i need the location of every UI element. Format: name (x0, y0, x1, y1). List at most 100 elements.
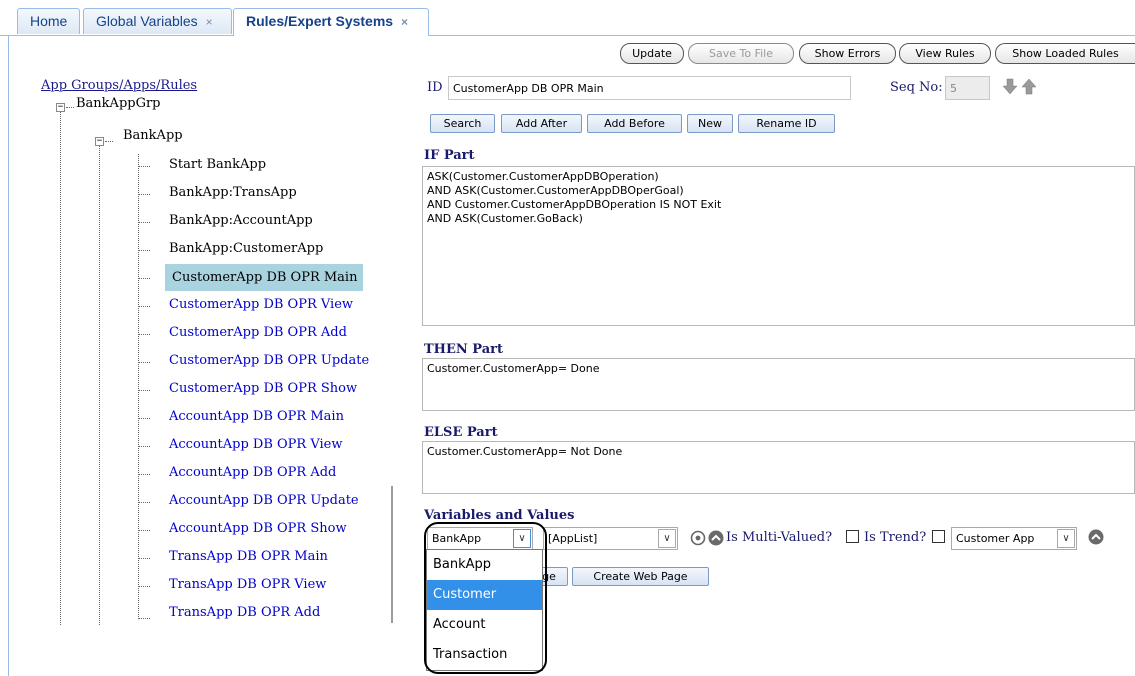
tree-rule-item[interactable]: AccountApp DB OPR View (169, 437, 342, 452)
if-part-label: IF Part (424, 148, 475, 163)
else-part-textarea[interactable]: Customer.CustomerApp= Not Done (422, 441, 1135, 494)
tree-line (138, 418, 150, 419)
tree-line (99, 144, 100, 625)
view-rules-button[interactable]: View Rules (899, 43, 991, 64)
save-to-file-button[interactable]: Save To File (688, 43, 794, 64)
if-part-textarea[interactable]: ASK(Customer.CustomerAppDBOperation) AND… (422, 166, 1135, 326)
tree-line (138, 194, 150, 195)
dropdown-option[interactable]: BankApp (427, 550, 542, 580)
tree-line (138, 154, 139, 619)
tree-line (105, 141, 113, 142)
tree-rule-item[interactable]: BankApp:TransApp (169, 185, 297, 200)
dropdown-option-highlighted[interactable]: Customer (427, 580, 542, 610)
is-multi-valued-checkbox[interactable] (846, 530, 859, 543)
app-select[interactable]: Customer App ∨ (951, 527, 1077, 550)
update-button[interactable]: Update (620, 43, 684, 64)
dropdown-option[interactable]: Transaction (427, 640, 542, 670)
tree-app-bankapp[interactable]: BankApp (123, 128, 183, 143)
tab-label: Global Variables (96, 13, 198, 29)
tree-line (138, 250, 150, 251)
rename-id-button[interactable]: Rename ID (738, 114, 835, 133)
tree-rule-item[interactable]: AccountApp DB OPR Update (169, 493, 359, 508)
chevron-up-circle-icon[interactable] (1088, 529, 1104, 545)
collapse-icon[interactable]: − (56, 103, 65, 112)
tree-rule-item[interactable]: Start BankApp (169, 157, 266, 172)
tree-rule-item[interactable]: AccountApp DB OPR Add (169, 465, 336, 480)
chevron-down-icon[interactable]: ∨ (1057, 529, 1075, 548)
tree-line (138, 474, 150, 475)
tab-home[interactable]: Home (17, 8, 80, 34)
close-icon[interactable]: × (401, 15, 408, 29)
chevron-up-circle-icon[interactable] (708, 530, 724, 546)
arrow-up-icon[interactable] (1021, 78, 1037, 96)
tree-line (138, 558, 150, 559)
seq-no-input[interactable] (945, 76, 990, 100)
tree-line (138, 278, 150, 279)
variable-list-select[interactable]: [AppList] ∨ (543, 527, 678, 550)
tree-rule-item[interactable]: TransApp DB OPR Add (169, 605, 320, 620)
tree-line (138, 362, 150, 363)
tree-line (60, 110, 61, 625)
else-part-label: ELSE Part (424, 425, 498, 440)
dropdown-option[interactable]: Account (427, 610, 542, 640)
tree-rule-item[interactable]: TransApp DB OPR View (169, 577, 326, 592)
tree-rule-item[interactable]: BankApp:AccountApp (169, 213, 313, 228)
tree-rule-item[interactable]: CustomerApp DB OPR Update (169, 353, 369, 368)
tree-line (138, 166, 150, 167)
seq-no-label: Seq No: (890, 80, 943, 95)
tree-group-bankappgrp[interactable]: BankAppGrp (76, 96, 161, 111)
collapse-icon[interactable]: − (95, 137, 104, 146)
chevron-down-icon[interactable]: ∨ (658, 529, 676, 548)
show-loaded-rules-button[interactable]: Show Loaded Rules (995, 43, 1135, 64)
variable-group-select[interactable]: BankApp ∨ (427, 527, 533, 550)
tree-rule-item[interactable]: AccountApp DB OPR Show (169, 521, 347, 536)
tab-global-variables[interactable]: Global Variables × (83, 8, 232, 34)
tree-rule-item[interactable]: CustomerApp DB OPR Show (169, 381, 357, 396)
tree-line (138, 446, 150, 447)
search-button[interactable]: Search (430, 114, 495, 133)
add-after-button[interactable]: Add After (501, 114, 582, 133)
tree-line (138, 530, 150, 531)
add-before-button[interactable]: Add Before (587, 114, 682, 133)
variable-group-dropdown-list: BankApp Customer Account Transaction (426, 549, 543, 671)
tree-scrollbar[interactable] (391, 486, 393, 623)
tree-line (66, 107, 74, 108)
is-multi-valued-label: Is Multi-Valued? (726, 530, 833, 545)
tree-line (138, 222, 150, 223)
chevron-down-icon[interactable]: ∨ (513, 529, 531, 548)
tab-label: Home (30, 13, 68, 29)
new-button[interactable]: New (687, 114, 733, 133)
tree-rule-item-selected[interactable]: CustomerApp DB OPR Main (165, 264, 364, 291)
tab-rules-expert-systems[interactable]: Rules/Expert Systems × (233, 8, 429, 36)
tree-rule-item[interactable]: BankApp:CustomerApp (169, 241, 323, 256)
refresh-icon[interactable] (690, 530, 706, 546)
tree-root-link[interactable]: App Groups/Apps/Rules (41, 78, 197, 93)
tree-rule-item[interactable]: CustomerApp DB OPR Add (169, 325, 347, 340)
tree-rule-item[interactable]: CustomerApp DB OPR View (169, 297, 353, 312)
create-web-page-button[interactable]: Create Web Page (572, 567, 709, 586)
tree-line (138, 334, 150, 335)
tab-label: Rules/Expert Systems (246, 13, 394, 29)
tree-rule-item[interactable]: AccountApp DB OPR Main (169, 409, 344, 424)
show-errors-button[interactable]: Show Errors (799, 43, 896, 64)
is-trend-checkbox[interactable] (932, 530, 945, 543)
then-part-textarea[interactable]: Customer.CustomerApp= Done (422, 358, 1135, 411)
arrow-down-icon[interactable] (1002, 78, 1018, 96)
id-label: ID (427, 80, 443, 95)
variable-group-value: BankApp (432, 532, 482, 545)
tree-line (138, 586, 150, 587)
tree-line (138, 502, 150, 503)
app-select-value: Customer App (956, 532, 1035, 545)
is-trend-label: Is Trend? (864, 530, 927, 545)
tree-line (138, 390, 150, 391)
tree-line (138, 306, 150, 307)
tree-rule-item[interactable]: TransApp DB OPR Main (169, 549, 328, 564)
then-part-label: THEN Part (424, 342, 503, 357)
variable-list-value: [AppList] (548, 532, 598, 545)
variables-and-values-label: Variables and Values (424, 508, 575, 523)
close-icon[interactable]: × (206, 15, 213, 29)
rule-id-input[interactable] (448, 76, 851, 100)
rules-tree: App Groups/Apps/Rules − BankAppGrp − Ban… (9, 62, 401, 625)
tab-bar: Home Global Variables × Rules/Expert Sys… (0, 0, 1135, 36)
tree-line (138, 618, 150, 619)
